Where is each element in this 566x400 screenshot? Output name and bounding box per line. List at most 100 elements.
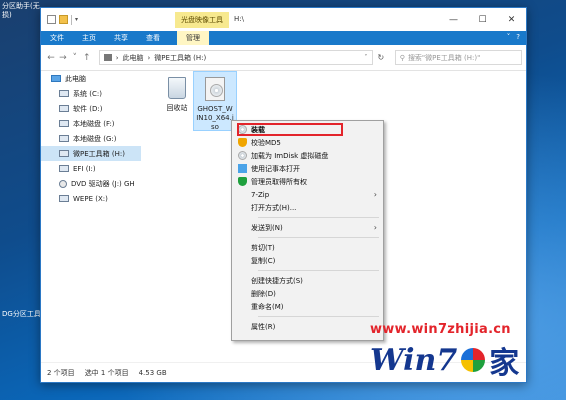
help-icon[interactable]: ? bbox=[516, 33, 520, 41]
menu-separator bbox=[258, 237, 379, 238]
context-menu-label: 属性(R) bbox=[251, 322, 276, 331]
address-dropdown-icon[interactable]: ˅ bbox=[360, 54, 372, 61]
context-menu-item[interactable]: 打开方式(H)... bbox=[232, 201, 383, 214]
watermark-logo-text: Win7 bbox=[370, 342, 458, 378]
expand-ribbon-icon[interactable]: ˅ bbox=[507, 33, 511, 41]
computer-icon bbox=[103, 54, 112, 61]
dvd-icon bbox=[59, 179, 67, 188]
nav-item-label: 系统 (C:) bbox=[73, 89, 102, 98]
close-button[interactable]: ✕ bbox=[497, 8, 526, 31]
file-name: GHOST_W IN10_X64.i so bbox=[196, 105, 234, 131]
context-menu-label: 创建快捷方式(S) bbox=[251, 276, 303, 285]
nav-item[interactable]: EFI (I:) bbox=[41, 161, 141, 176]
drive-icon bbox=[59, 120, 69, 127]
search-input[interactable]: ⚲ 搜索"微PE工具箱 (H:)" bbox=[394, 50, 522, 65]
context-menu-label: 加载为 ImDisk 虚拟磁盘 bbox=[251, 151, 329, 160]
nav-item[interactable]: 软件 (D:) bbox=[41, 101, 141, 116]
breadcrumb-sep: › bbox=[147, 53, 151, 62]
blank-icon bbox=[238, 203, 247, 212]
window-title: H:\ bbox=[234, 15, 244, 23]
status-size: 4.53 GB bbox=[138, 368, 167, 377]
nav-item-label: 此电脑 bbox=[65, 74, 86, 83]
context-menu-label: 打开方式(H)... bbox=[251, 203, 297, 212]
refresh-button[interactable]: ↻ bbox=[373, 53, 389, 62]
new-folder-icon[interactable] bbox=[59, 15, 68, 24]
disc-icon bbox=[238, 125, 247, 134]
menu-separator bbox=[258, 316, 379, 317]
context-menu-item[interactable]: 加载为 ImDisk 虚拟磁盘 bbox=[232, 149, 383, 162]
context-menu-item[interactable]: 7-Zip › bbox=[232, 188, 383, 201]
breadcrumb-drive-h[interactable]: 微PE工具箱 (H:) bbox=[154, 53, 206, 63]
tab-manage[interactable]: 管理 bbox=[177, 31, 209, 45]
context-menu-item[interactable]: 发送到(N) › bbox=[232, 221, 383, 234]
nav-item-label: 软件 (D:) bbox=[73, 104, 103, 113]
nav-item[interactable]: DVD 驱动器 (J:) GH bbox=[41, 176, 141, 191]
breadcrumb-this-pc[interactable]: 此电脑 bbox=[123, 53, 144, 63]
search-placeholder: 搜索"微PE工具箱 (H:)" bbox=[407, 53, 481, 62]
disc-icon bbox=[238, 151, 247, 160]
status-selected: 选中 1 个项目 bbox=[84, 368, 129, 377]
context-menu-item[interactable]: 创建快捷方式(S) bbox=[232, 274, 383, 287]
drive-icon bbox=[59, 195, 69, 202]
context-menu-item[interactable]: 管理员取得所有权 bbox=[232, 175, 383, 188]
nav-item[interactable]: 系统 (C:) bbox=[41, 86, 141, 101]
notepad-icon bbox=[238, 164, 247, 173]
file-name: 回收站 bbox=[166, 104, 188, 112]
context-menu-item[interactable]: 属性(R) bbox=[232, 320, 383, 333]
quick-access-properties-icon[interactable] bbox=[47, 15, 56, 24]
recycle-bin-icon bbox=[168, 77, 186, 99]
nav-item[interactable]: WEPE (X:) bbox=[41, 191, 141, 206]
desktop-icon-label-partition-assistant[interactable]: 分区助手(无损) bbox=[2, 2, 44, 20]
navigation-pane: 此电脑系统 (C:) 软件 (D:) 本地磁盘 (F:) 本地磁盘 (G:) 微PE工具… bbox=[41, 71, 141, 363]
menu-separator bbox=[258, 217, 379, 218]
context-menu-item[interactable]: 校验MD5 bbox=[232, 136, 383, 149]
tab-share[interactable]: 共享 bbox=[105, 31, 137, 45]
nav-item-label: EFI (I:) bbox=[73, 164, 96, 173]
nav-item[interactable]: 此电脑 bbox=[41, 71, 141, 86]
context-menu-label: 使用记事本打开 bbox=[251, 164, 300, 173]
computer-icon bbox=[51, 75, 61, 82]
forward-button[interactable]: → bbox=[57, 53, 69, 63]
context-menu-item[interactable]: 装载 bbox=[237, 123, 343, 136]
watermark-logo: Win7 家 bbox=[370, 340, 555, 382]
watermark-url: www.win7zhijia.cn bbox=[370, 322, 511, 337]
context-menu-item[interactable]: 复制(C) bbox=[232, 254, 383, 267]
nav-item-label: 本地磁盘 (F:) bbox=[73, 119, 115, 128]
context-menu-item[interactable]: 删除(D) bbox=[232, 287, 383, 300]
context-menu-item[interactable]: 剪切(T) bbox=[232, 241, 383, 254]
blank-icon bbox=[238, 289, 247, 298]
recent-locations-button[interactable]: ˅ bbox=[69, 53, 81, 63]
blank-icon bbox=[238, 322, 247, 331]
nav-item[interactable]: 本地磁盘 (G:) bbox=[41, 131, 141, 146]
blank-icon bbox=[238, 243, 247, 252]
context-menu-item[interactable]: 重命名(M) bbox=[232, 300, 383, 313]
context-menu-label: 复制(C) bbox=[251, 256, 276, 265]
up-button[interactable]: ↑ bbox=[81, 53, 93, 63]
nav-item-label: 微PE工具箱 (H:) bbox=[73, 149, 125, 158]
shield-icon bbox=[238, 138, 247, 147]
title-separator bbox=[71, 14, 72, 25]
tab-home[interactable]: 主页 bbox=[73, 31, 105, 45]
nav-item[interactable]: 微PE工具箱 (H:) bbox=[41, 146, 141, 161]
address-field[interactable]: › 此电脑 › 微PE工具箱 (H:) ˅ bbox=[98, 50, 373, 65]
tab-file[interactable]: 文件 bbox=[41, 31, 73, 45]
ribbon-tabs: 文件 主页 共享 查看 管理 ˅ ? bbox=[41, 31, 526, 45]
watermark-logo-cn: 家 bbox=[489, 346, 520, 381]
drive-icon bbox=[59, 90, 69, 97]
nav-item-label: 本地磁盘 (G:) bbox=[73, 134, 117, 143]
context-menu-label: 装载 bbox=[251, 125, 265, 134]
tab-view[interactable]: 查看 bbox=[137, 31, 169, 45]
context-menu-label: 校验MD5 bbox=[251, 138, 281, 147]
minimize-button[interactable]: — bbox=[439, 8, 468, 31]
desktop-icon-label-dg[interactable]: DG分区工具 bbox=[2, 310, 42, 319]
context-menu-item[interactable]: 使用记事本打开 bbox=[232, 162, 383, 175]
back-button[interactable]: ← bbox=[45, 53, 57, 63]
drive-icon bbox=[59, 135, 69, 142]
context-menu-label: 剪切(T) bbox=[251, 243, 275, 252]
maximize-button[interactable]: ☐ bbox=[468, 8, 497, 31]
nav-item[interactable]: 本地磁盘 (F:) bbox=[41, 116, 141, 131]
customize-quick-access-icon[interactable]: ▾ bbox=[75, 16, 78, 23]
context-menu-label: 发送到(N) bbox=[251, 223, 283, 232]
blank-icon bbox=[238, 302, 247, 311]
context-menu-label: 重命名(M) bbox=[251, 302, 284, 311]
